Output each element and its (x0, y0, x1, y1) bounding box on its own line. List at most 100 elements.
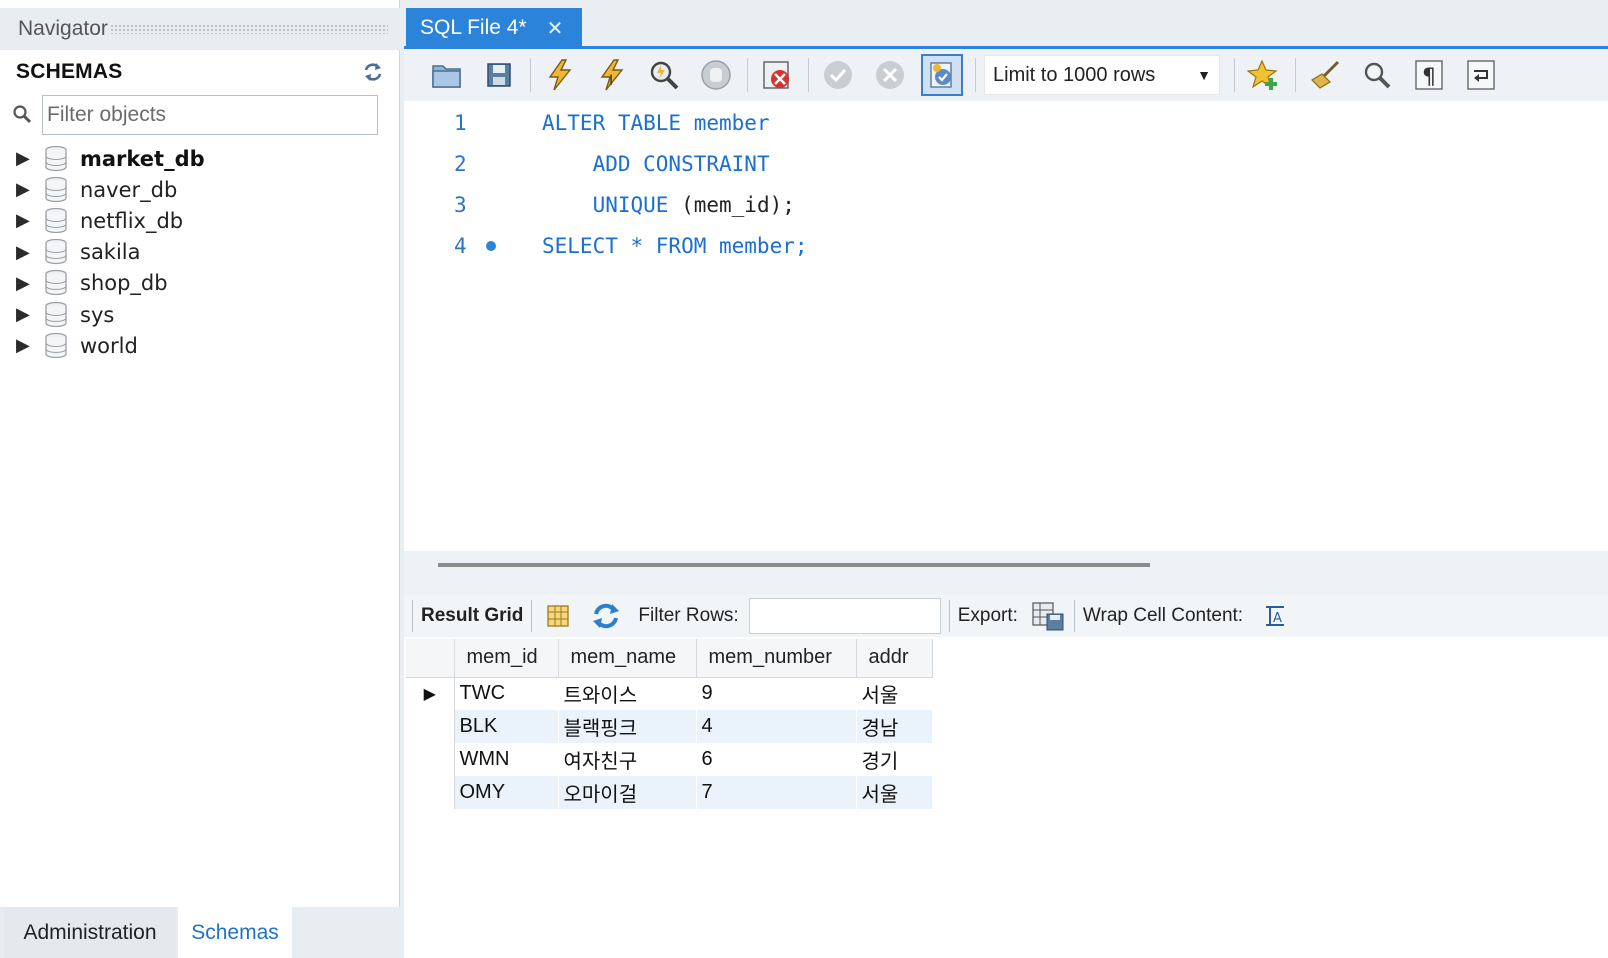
table-row[interactable]: BLK 블랙핑크 4 경남 (406, 710, 933, 743)
line-number: 4 (454, 234, 467, 258)
row-selector[interactable]: ▶ (406, 677, 455, 710)
grid-cell[interactable]: 오마이걸 (558, 776, 697, 809)
grid-cell[interactable]: TWC (454, 677, 559, 710)
grid-cell[interactable]: 경남 (856, 710, 933, 743)
column-header[interactable]: mem_id (454, 639, 559, 678)
add-snippet-star-icon[interactable] (1243, 54, 1285, 96)
schema-name: market_db (80, 146, 205, 171)
schemas-header: SCHEMAS (16, 58, 386, 86)
grid-layout-icon[interactable] (540, 599, 576, 633)
filter-rows-input[interactable] (748, 598, 941, 634)
column-header[interactable]: mem_name (558, 639, 697, 678)
schema-tree: ▶ market_db ▶ naver_db ▶ netflix_db ▶ sakila ▶ sh… (14, 143, 384, 361)
table-row[interactable]: WMN 여자친구 6 경기 (406, 743, 933, 776)
tab-sql-file[interactable]: SQL File 4* ✕ (406, 8, 582, 48)
refresh-icon[interactable] (360, 59, 386, 85)
svg-text:A: A (1273, 611, 1282, 626)
grid-cell[interactable]: 7 (696, 776, 857, 809)
execute-current-icon[interactable]: I (591, 54, 633, 96)
close-icon[interactable]: ✕ (547, 16, 564, 41)
grid-cell[interactable]: 6 (696, 743, 857, 776)
wrap-text-icon[interactable]: A (1257, 599, 1293, 633)
grid-cell[interactable]: OMY (454, 776, 559, 809)
schema-item[interactable]: ▶ market_db (14, 143, 384, 174)
sql-text: (mem_id); (668, 193, 795, 217)
code-text: ADD CONSTRAINT (542, 152, 770, 176)
expand-arrow-icon[interactable]: ▶ (14, 304, 44, 325)
column-header[interactable]: addr (856, 639, 933, 678)
grid-cell[interactable]: 9 (696, 677, 857, 710)
svg-text:¶: ¶ (1422, 65, 1436, 90)
table-row[interactable]: ▶ TWC 트와이스 9 서울 (406, 677, 933, 710)
grid-cell[interactable]: 트와이스 (558, 677, 697, 710)
result-table: mem_id mem_name mem_number addr ▶ TWC 트와이스… (406, 639, 933, 809)
schema-item[interactable]: ▶ sakila (14, 237, 384, 268)
toolbar-separator (1073, 600, 1075, 632)
toggle-stop-on-error-icon[interactable] (756, 54, 798, 96)
table-row[interactable]: OMY 오마이걸 7 서울 (406, 776, 933, 809)
tab-administration[interactable]: Administration (4, 907, 176, 958)
toolbar-separator (1295, 58, 1296, 92)
word-wrap-icon[interactable] (1460, 54, 1502, 96)
search-icon (12, 100, 42, 130)
sql-editor[interactable]: 1 ALTER TABLE member 2 ADD CONSTRAINT 3 UNI… (404, 101, 1608, 551)
grid-cell[interactable]: 서울 (856, 677, 933, 710)
line-number: 1 (454, 111, 467, 135)
toolbar-separator (975, 58, 976, 92)
row-selector-header[interactable] (406, 639, 455, 678)
row-selector[interactable] (406, 710, 455, 743)
invisible-chars-pilcrow-icon[interactable]: ¶ (1408, 54, 1450, 96)
limit-rows-select[interactable]: Limit to 1000 rows ▼ (984, 55, 1220, 95)
grid-cell[interactable]: 경기 (856, 743, 933, 776)
execute-lightning-icon[interactable] (539, 54, 581, 96)
grid-cell[interactable]: 여자친구 (558, 743, 697, 776)
database-icon (44, 207, 80, 235)
grid-cell[interactable]: BLK (454, 710, 559, 743)
schema-item[interactable]: ▶ netflix_db (14, 205, 384, 236)
horizontal-scrollbar[interactable] (438, 563, 1150, 567)
autocommit-toggle-icon[interactable] (921, 54, 963, 96)
expand-arrow-icon[interactable]: ▶ (14, 179, 44, 200)
sql-keyword: ALTER TABLE member (542, 111, 770, 135)
open-folder-icon[interactable] (426, 54, 468, 96)
schema-item[interactable]: ▶ naver_db (14, 174, 384, 205)
grid-cell[interactable]: WMN (454, 743, 559, 776)
row-selector[interactable] (406, 776, 455, 809)
stop-hand-icon[interactable] (695, 54, 737, 96)
explain-magnifier-icon[interactable] (643, 54, 685, 96)
database-icon (44, 145, 80, 173)
grid-cell[interactable]: 서울 (856, 776, 933, 809)
schema-item[interactable]: ▶ sys (14, 299, 384, 330)
grid-cell[interactable]: 4 (696, 710, 857, 743)
editor-tab-bar: SQL File 4* ✕ (404, 0, 1608, 48)
schema-item[interactable]: ▶ shop_db (14, 268, 384, 299)
expand-arrow-icon[interactable]: ▶ (14, 148, 44, 169)
expand-arrow-icon[interactable]: ▶ (14, 242, 44, 263)
find-magnifier-icon[interactable] (1356, 54, 1398, 96)
sql-tab-title: SQL File 4* (420, 16, 527, 39)
result-grid-label[interactable]: Result Grid (421, 605, 523, 627)
export-icon[interactable] (1030, 599, 1066, 633)
toolbar-separator (1234, 58, 1235, 92)
schema-item[interactable]: ▶ world (14, 330, 384, 361)
rollback-x-icon[interactable] (869, 54, 911, 96)
line-number: 3 (454, 193, 467, 217)
tab-schemas[interactable]: Schemas (178, 907, 292, 958)
beautify-broom-icon[interactable] (1304, 54, 1346, 96)
filter-objects-input[interactable] (42, 95, 378, 135)
expand-arrow-icon[interactable]: ▶ (14, 335, 44, 356)
expand-arrow-icon[interactable]: ▶ (14, 273, 44, 294)
editor-result-splitter[interactable] (404, 551, 1608, 595)
expand-arrow-icon[interactable]: ▶ (14, 210, 44, 231)
row-selector[interactable] (406, 743, 455, 776)
refresh-results-icon[interactable] (588, 599, 624, 633)
save-icon[interactable] (478, 54, 520, 96)
database-icon (44, 238, 80, 266)
column-header[interactable]: mem_number (696, 639, 857, 678)
grid-cell[interactable]: 블랙핑크 (558, 710, 697, 743)
limit-rows-value: Limit to 1000 rows (993, 63, 1156, 86)
schema-name: sakila (80, 240, 141, 265)
commit-check-icon[interactable] (817, 54, 859, 96)
database-icon (44, 269, 80, 297)
